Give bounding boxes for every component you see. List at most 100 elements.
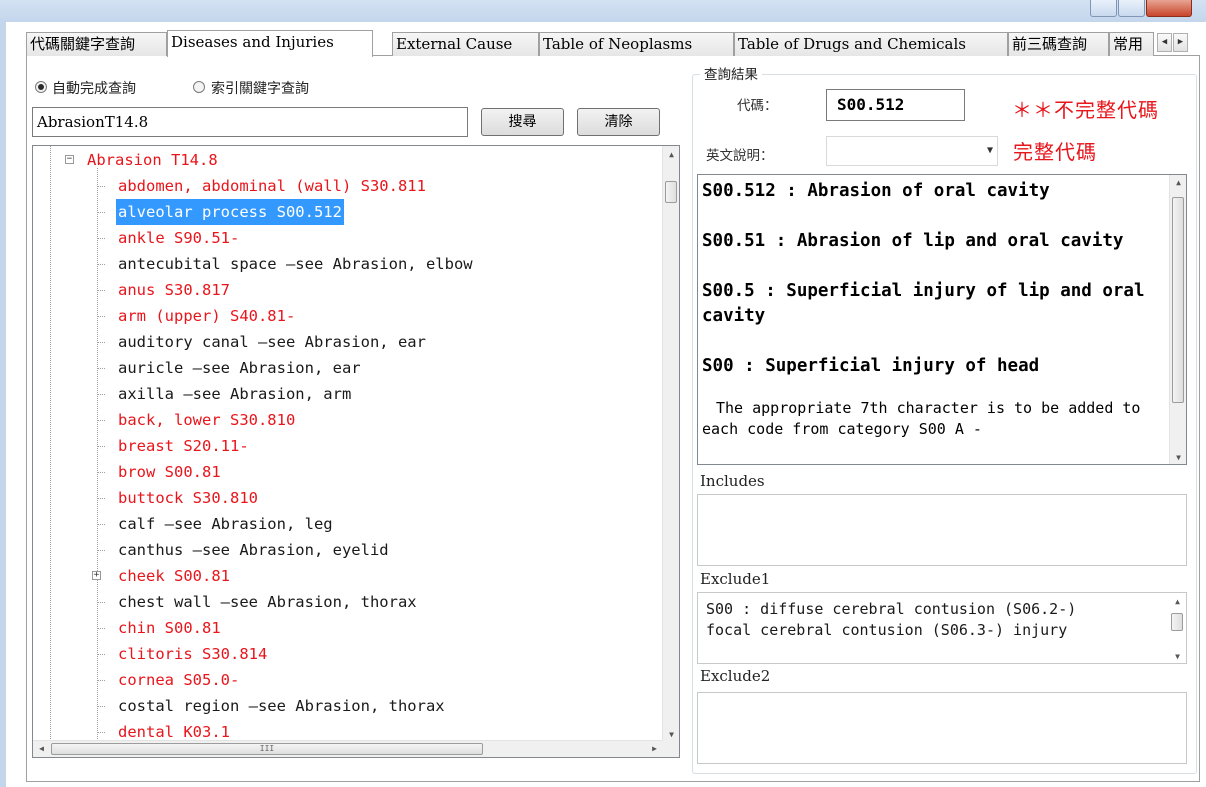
scroll-up-icon[interactable]: ▲ <box>663 150 679 159</box>
tree-item-label: cornea S05.0- <box>118 671 240 689</box>
tree-root-label: Abrasion T14.8 <box>87 151 218 169</box>
tab-diseases-injuries[interactable]: Diseases and Injuries <box>167 30 373 57</box>
tree-connector <box>97 394 105 395</box>
tree-connector <box>97 368 105 369</box>
exclude2-label: Exclude2 <box>700 667 771 685</box>
tree-connector <box>97 628 105 629</box>
description-content: S00.512 : Abrasion of oral cavity S00.51… <box>702 179 1167 464</box>
tree-connector <box>97 498 105 499</box>
chevron-down-icon[interactable]: ▼ <box>987 145 993 156</box>
minimize-button[interactable] <box>1090 0 1117 17</box>
close-button[interactable] <box>1146 0 1192 17</box>
clear-button[interactable]: 清除 <box>577 108 660 136</box>
scroll-up-icon[interactable]: ▲ <box>1170 178 1186 187</box>
tree-item-label: chest wall —see Abrasion, thorax <box>118 593 417 611</box>
tree-connector <box>97 550 105 551</box>
includes-box[interactable] <box>697 494 1187 566</box>
tree-vertical-scrollbar[interactable]: ▲ ▼ <box>662 146 679 741</box>
tree-connector <box>97 342 105 343</box>
result-group-title: 查詢結果 <box>700 63 762 83</box>
scroll-down-icon[interactable]: ▼ <box>663 730 679 739</box>
tree-guide-line <box>50 146 51 741</box>
tree-item-label: brow S00.81 <box>118 463 221 481</box>
tree-item-label: buttock S30.810 <box>118 489 258 507</box>
scroll-left-icon[interactable]: ◀ <box>33 744 50 753</box>
tree-item-label: abdomen, abdominal (wall) S30.811 <box>118 177 426 195</box>
tree-item-label: auditory canal —see Abrasion, ear <box>118 333 426 351</box>
tab-external-cause[interactable]: External Cause <box>392 32 539 56</box>
tree-item-label: dental K03.1 <box>118 723 230 741</box>
description-line: S00.51 : Abrasion of lip and oral cavity <box>702 231 1124 251</box>
tab-neoplasms[interactable]: Table of Neoplasms <box>539 32 734 56</box>
description-note: The appropriate 7th character is to be a… <box>702 399 1141 438</box>
description-line: S00 : Superficial injury of head <box>702 356 1040 376</box>
tree-connector <box>97 420 105 421</box>
tree-item-label: axilla —see Abrasion, arm <box>118 385 352 403</box>
exclude1-label: Exclude1 <box>700 570 771 588</box>
incomplete-code-warning: ＊＊不完整代碼 <box>1012 98 1159 122</box>
scroll-right-icon[interactable]: ▶ <box>646 744 663 753</box>
tree-item-label: canthus —see Abrasion, eyelid <box>118 541 389 559</box>
exclude1-line: S00 : diffuse cerebral contusion (S06.2-… <box>706 600 1077 618</box>
collapse-icon[interactable]: − <box>65 155 74 164</box>
scroll-thumb[interactable] <box>1172 197 1184 403</box>
scroll-thumb[interactable] <box>665 181 677 203</box>
description-scrollbar[interactable]: ▲ ▼ <box>1169 175 1186 464</box>
tree-item-label: alveolar process S00.512 <box>116 199 344 225</box>
radio-index-keyword-label[interactable]: 索引關鍵字查詢 <box>211 78 309 98</box>
tree-item-label: breast S20.11- <box>118 437 249 455</box>
tree-connector <box>97 212 105 213</box>
tree-connector <box>97 602 105 603</box>
description-line: S00.5 : Superficial injury of lip and or… <box>702 281 1145 326</box>
tab-common[interactable]: 常用 <box>1109 32 1154 56</box>
tree-connector <box>97 290 105 291</box>
expand-icon[interactable]: + <box>92 571 101 580</box>
scroll-thumb[interactable] <box>1171 613 1183 631</box>
tree-connector <box>97 524 105 525</box>
tree-connector <box>97 316 105 317</box>
tree-guide-line <box>97 168 98 741</box>
tree-connector <box>97 186 105 187</box>
window-title-bar <box>0 0 1206 22</box>
scroll-thumb[interactable]: III <box>51 743 483 755</box>
tree-connector <box>97 732 105 733</box>
tree-item-label: antecubital space —see Abrasion, elbow <box>118 255 473 273</box>
tree-item-label: cheek S00.81 <box>118 567 230 585</box>
search-input[interactable]: AbrasionT14.8 <box>32 107 468 137</box>
tree-connector <box>97 264 105 265</box>
tab-code-keyword[interactable]: 代碼關鍵字查詢 <box>26 32 167 56</box>
tree-item-label: ankle S90.51- <box>118 229 240 247</box>
tree-horizontal-scrollbar[interactable]: ◀ III ▶ <box>33 740 663 757</box>
tree-item-label: auricle —see Abrasion, ear <box>118 359 361 377</box>
tree-item-label: calf —see Abrasion, leg <box>118 515 333 533</box>
tab-strip: 代碼關鍵字查詢 Diseases and Injuries External C… <box>26 30 1200 57</box>
tree-connector <box>97 680 105 681</box>
exclude2-box[interactable] <box>697 692 1187 764</box>
radio-index-keyword[interactable] <box>193 81 205 93</box>
tree-item-label: arm (upper) S40.81- <box>118 307 296 325</box>
maximize-button[interactable] <box>1118 0 1145 17</box>
radio-auto-complete[interactable] <box>35 81 47 93</box>
tab-scroll-right-icon[interactable]: ▶ <box>1173 33 1188 52</box>
tree-connector <box>97 446 105 447</box>
tree-item-label: costal region —see Abrasion, thorax <box>118 697 445 715</box>
scroll-down-icon[interactable]: ▼ <box>1170 453 1186 462</box>
index-tree[interactable]: − Abrasion T14.8 abdomen, abdominal (wal… <box>32 145 680 758</box>
scroll-up-icon[interactable]: ▲ <box>1169 597 1186 606</box>
exclude1-box[interactable]: S00 : diffuse cerebral contusion (S06.2-… <box>697 592 1187 664</box>
code-label: 代碼： <box>737 98 778 114</box>
tree-item-label: clitoris S30.814 <box>118 645 268 663</box>
desc-combo[interactable]: ▼ <box>826 136 998 166</box>
scroll-corner <box>662 740 679 757</box>
exclude1-text: S00 : diffuse cerebral contusion (S06.2-… <box>706 599 1166 641</box>
tab-drugs-chemicals[interactable]: Table of Drugs and Chemicals <box>734 32 1008 56</box>
tab-first-three-codes[interactable]: 前三碼查詢 <box>1008 32 1109 56</box>
tab-scroll-left-icon[interactable]: ◀ <box>1157 33 1172 52</box>
search-button[interactable]: 搜尋 <box>481 108 564 136</box>
scroll-down-icon[interactable]: ▼ <box>1169 652 1186 661</box>
exclude1-line: focal cerebral contusion (S06.3-) injury <box>706 621 1068 639</box>
radio-auto-complete-label[interactable]: 自動完成查詢 <box>52 78 136 98</box>
description-box[interactable]: S00.512 : Abrasion of oral cavity S00.51… <box>697 174 1187 465</box>
code-field[interactable]: S00.512 <box>826 89 965 121</box>
exclude1-scrollbar[interactable]: ▲ ▼ <box>1169 593 1186 663</box>
